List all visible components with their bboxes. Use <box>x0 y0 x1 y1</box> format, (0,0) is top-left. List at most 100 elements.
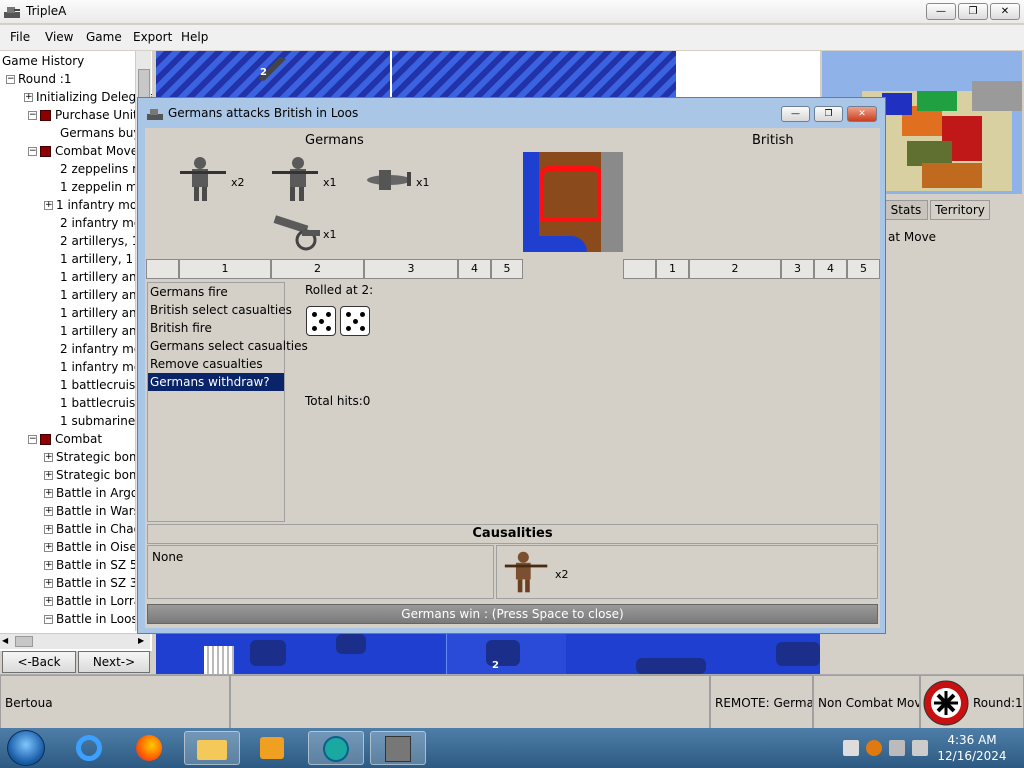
dice-column-1: 1 <box>656 259 689 279</box>
expand-icon[interactable]: + <box>44 201 53 210</box>
battle-step-item[interactable]: Germans withdraw? <box>148 373 284 391</box>
menu-view[interactable]: View <box>45 30 73 44</box>
expand-icon[interactable]: + <box>44 453 53 462</box>
history-tree-label: Combat <box>55 432 103 446</box>
collapse-icon[interactable]: − <box>28 435 37 444</box>
collapse-icon[interactable]: − <box>6 75 15 84</box>
close-button[interactable]: ✕ <box>990 3 1020 20</box>
german-artillery-icon <box>273 215 320 251</box>
browser-app-icon[interactable] <box>308 731 364 765</box>
battle-step-item[interactable]: British fire <box>148 319 284 337</box>
horizontal-scroll-thumb[interactable] <box>15 636 33 647</box>
minimize-button[interactable]: — <box>926 3 956 20</box>
battle-step-item[interactable]: British select casualties <box>148 301 292 319</box>
action-center-flag-icon[interactable] <box>843 740 859 756</box>
dialog-maximize-button[interactable]: ❐ <box>814 106 843 122</box>
history-tree-label: Game History <box>2 54 85 68</box>
history-tree-node[interactable]: − Battle in Loos <box>44 610 138 628</box>
expand-icon[interactable]: + <box>44 543 53 552</box>
menu-file[interactable]: File <box>10 30 30 44</box>
british-infantry-icon <box>504 551 548 593</box>
expand-icon[interactable]: + <box>44 525 53 534</box>
collapse-icon[interactable]: − <box>28 147 37 156</box>
history-tree-node[interactable]: + Battle in SZ 55 <box>44 556 145 574</box>
collapse-icon[interactable]: − <box>44 615 53 624</box>
dialog-minimize-button[interactable]: — <box>781 106 810 122</box>
expand-icon[interactable]: + <box>44 507 53 516</box>
menu-game[interactable]: Game <box>86 30 122 44</box>
expand-icon[interactable]: + <box>44 597 53 606</box>
network-icon[interactable] <box>889 740 905 756</box>
history-tree-node[interactable]: − Purchase Units <box>28 106 144 124</box>
battle-steps-list[interactable]: Germans fire British select casualties Bri… <box>147 282 308 522</box>
expand-icon[interactable]: + <box>44 471 53 480</box>
status-bar: Bertoua REMOTE: Germans Non Combat Move … <box>0 674 1024 729</box>
die-five-icon <box>340 306 370 336</box>
battle-result-bar[interactable]: Germans win : (Press Space to close) <box>147 604 878 624</box>
history-tree-node[interactable]: 1 artillery and <box>60 304 144 322</box>
internet-explorer-icon[interactable] <box>62 731 118 765</box>
tab-stats[interactable]: Stats <box>884 200 928 220</box>
dice-column-2: 2 <box>271 259 364 279</box>
triplea-taskbar-icon[interactable] <box>370 731 426 765</box>
menu-export[interactable]: Export <box>133 30 172 44</box>
unit-stack-icon <box>336 634 366 654</box>
file-explorer-icon[interactable] <box>184 731 240 765</box>
battle-dialog: Germans attacks British in Loos — ❐ ✕ Ge… <box>137 97 886 634</box>
expand-icon[interactable]: + <box>44 579 53 588</box>
defender-casualty-count: x2 <box>555 568 569 581</box>
map-view-top[interactable]: 2 <box>156 51 820 101</box>
history-horizontal-scrollbar[interactable]: ◀ ▶ <box>0 633 150 649</box>
history-tree[interactable]: Game History − Round :1 + Initializing Deleg… <box>0 51 152 651</box>
firefox-icon[interactable] <box>122 731 178 765</box>
dice-column-5: 5 <box>491 259 523 279</box>
minimap-region <box>882 93 912 115</box>
history-tree-node[interactable]: Germans buy <box>60 124 140 142</box>
system-clock[interactable]: 4:36 AM 12/16/2024 <box>932 732 1012 764</box>
history-next-button[interactable]: Next-> <box>78 651 150 673</box>
territory-loos-image <box>523 152 623 252</box>
menu-help[interactable]: Help <box>181 30 208 44</box>
map-view-bottom[interactable]: 2 <box>156 634 820 674</box>
expand-icon[interactable]: + <box>44 561 53 570</box>
triplea-dialog-icon <box>147 109 163 120</box>
history-tree-node[interactable]: − Combat <box>28 430 102 448</box>
factory-icon <box>204 646 234 674</box>
start-button[interactable] <box>7 730 45 766</box>
tab-territory[interactable]: Territory <box>930 200 990 220</box>
history-tree-node[interactable]: − Round :1 <box>6 70 71 88</box>
status-player: REMOTE: Germans <box>710 675 813 729</box>
dialog-close-button[interactable]: ✕ <box>847 106 877 122</box>
attacker-casualties-text: None <box>152 550 184 564</box>
minimap-region <box>972 81 1022 111</box>
search-tray-icon[interactable] <box>866 740 882 756</box>
expand-icon[interactable]: + <box>44 489 53 498</box>
unit-count: x2 <box>231 176 245 189</box>
battle-step-item[interactable]: Remove casualties <box>148 355 284 373</box>
history-tree-node[interactable]: + Battle in Chad <box>44 520 141 538</box>
total-hits-label: Total hits:0 <box>305 394 371 408</box>
history-tree-label: 1 artillery and <box>60 270 145 284</box>
history-tree-node[interactable]: 1 artillery and <box>60 268 144 286</box>
history-tree-node[interactable]: + Battle in SZ 37 <box>44 574 145 592</box>
history-tree-node[interactable]: − Combat Move <box>28 142 138 160</box>
history-tree-node[interactable]: + Initializing Delegates <box>24 88 152 106</box>
battle-step-item[interactable]: Germans select casualties <box>148 337 308 355</box>
history-tree-node[interactable]: + Battle in Oise <box>44 538 137 556</box>
triplea-app-icon <box>4 7 20 18</box>
restore-button[interactable]: ❐ <box>958 3 988 20</box>
scroll-right-arrow-icon[interactable]: ▶ <box>138 636 148 647</box>
taskbar: 4:36 AM 12/16/2024 <box>0 728 1024 768</box>
history-tree-node[interactable]: 1 artillery and <box>60 286 144 304</box>
expand-icon[interactable]: + <box>24 93 33 102</box>
battle-step-item[interactable]: Germans fire <box>148 283 284 301</box>
media-player-icon[interactable] <box>246 731 302 765</box>
collapse-icon[interactable]: − <box>28 111 37 120</box>
volume-muted-icon[interactable] <box>912 740 928 756</box>
history-back-button[interactable]: <-Back <box>2 651 76 673</box>
history-tree-node[interactable]: Game History <box>2 52 84 70</box>
die-five-icon <box>306 306 336 336</box>
scroll-left-arrow-icon[interactable]: ◀ <box>2 636 12 647</box>
history-tree-node[interactable]: 1 artillery and <box>60 322 144 340</box>
dice-column-3: 3 <box>781 259 814 279</box>
